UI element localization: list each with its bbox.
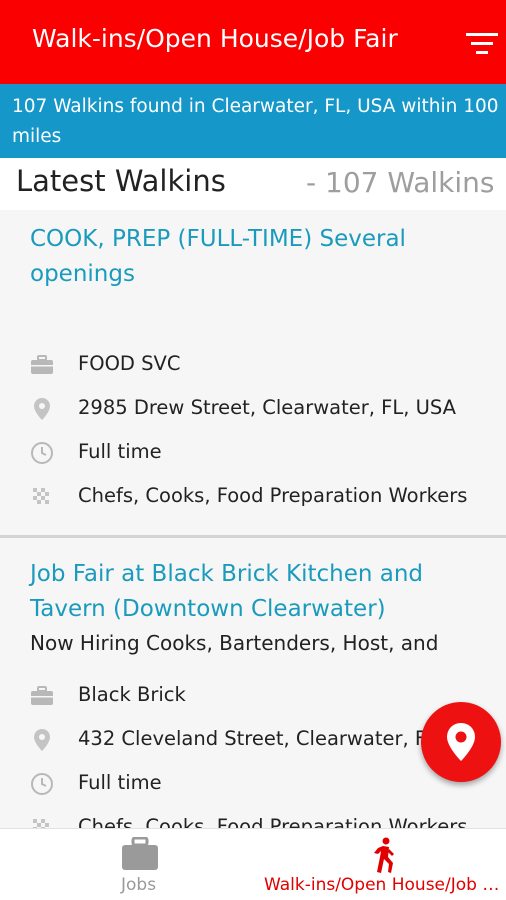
- category-row: Chefs, Cooks, Food Preparation Workers: [30, 482, 500, 512]
- walking-person-icon: [374, 837, 394, 873]
- job-type-row: Full time: [30, 438, 500, 468]
- clock-icon: [31, 442, 53, 464]
- app-bar: Walk-ins/Open House/Job Fair: [0, 0, 506, 84]
- job-card[interactable]: Job Fair at Black Brick Kitchen and Tave…: [0, 541, 506, 828]
- job-category: Chefs, Cooks, Food Preparation Workers: [78, 815, 468, 828]
- section-header: Latest Walkins - 107 Walkins: [0, 158, 506, 210]
- job-description: Now Hiring Cooks, Bartenders, Host, and: [30, 631, 439, 655]
- briefcase-icon: [31, 686, 53, 705]
- nav-jobs-label: Jobs: [121, 875, 157, 895]
- section-title: Latest Walkins: [16, 164, 226, 198]
- clock-icon: [31, 773, 53, 795]
- job-title[interactable]: Job Fair at Black Brick Kitchen and Tave…: [30, 557, 480, 627]
- section-count: - 107 Walkins: [306, 166, 495, 199]
- location-pin-icon: [34, 729, 50, 751]
- job-type: Full time: [78, 440, 162, 463]
- job-type-row: Full time: [30, 769, 500, 799]
- job-location: 2985 Drew Street, Clearwater, FL, USA: [78, 396, 457, 419]
- category-grid-icon: [33, 819, 49, 828]
- job-title[interactable]: COOK, PREP (FULL-TIME) Several openings: [30, 222, 480, 292]
- filter-button[interactable]: [466, 30, 498, 56]
- app-title: Walk-ins/Open House/Job Fair: [32, 24, 398, 53]
- nav-walkins-tab[interactable]: Walk-ins/Open House/Job Fair: [256, 829, 506, 900]
- nav-jobs-tab[interactable]: Jobs: [100, 829, 180, 900]
- location-pin-icon: [34, 398, 50, 420]
- results-banner: 107 Walkins found in Clearwater, FL, USA…: [0, 84, 506, 158]
- job-type: Full time: [78, 771, 162, 794]
- briefcase-icon: [122, 837, 158, 870]
- company-row: FOOD SVC: [30, 350, 500, 380]
- location-row: 2985 Drew Street, Clearwater, FL, USA: [30, 394, 500, 424]
- job-category: Chefs, Cooks, Food Preparation Workers: [78, 484, 468, 507]
- briefcase-icon: [31, 355, 53, 374]
- job-card[interactable]: COOK, PREP (FULL-TIME) Several openings …: [0, 210, 506, 538]
- map-pin-icon: [447, 723, 475, 761]
- bottom-navigation: Jobs Walk-ins/Open House/Job Fair: [0, 828, 506, 900]
- filter-icon: [466, 33, 498, 54]
- nav-walkins-label: Walk-ins/Open House/Job Fair: [264, 875, 504, 895]
- category-row: Chefs, Cooks, Food Preparation Workers: [30, 813, 500, 828]
- company-name: Black Brick: [78, 683, 186, 706]
- map-fab-button[interactable]: [421, 702, 501, 782]
- category-grid-icon: [33, 488, 49, 504]
- company-row: Black Brick: [30, 681, 500, 711]
- company-name: FOOD SVC: [78, 352, 181, 375]
